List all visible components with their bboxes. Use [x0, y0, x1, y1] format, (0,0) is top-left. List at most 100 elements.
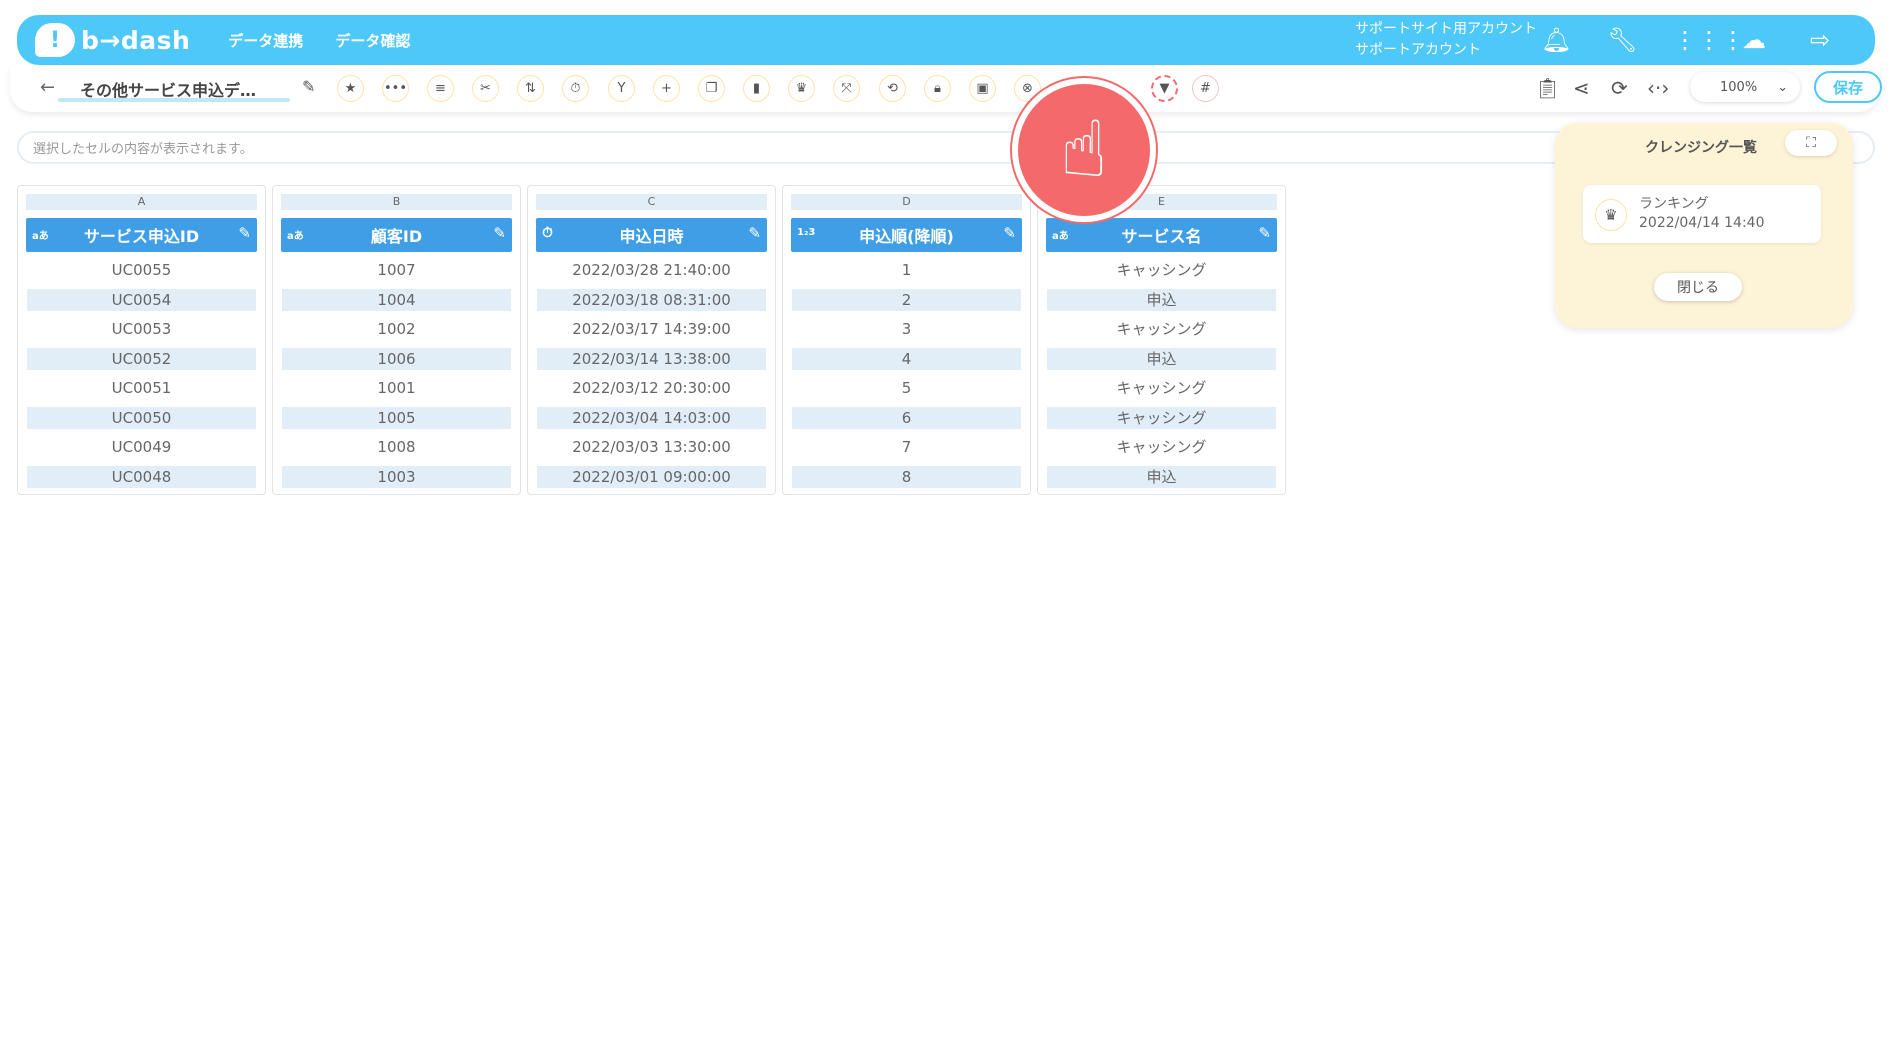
- table-cell[interactable]: 1004: [282, 289, 511, 311]
- crown-icon: ♛: [1595, 199, 1627, 231]
- table-cell[interactable]: 1006: [282, 348, 511, 370]
- table-cell[interactable]: 申込: [1047, 348, 1276, 370]
- table-cell[interactable]: キャッシング: [1047, 436, 1276, 458]
- type-text-icon: aあ: [1052, 231, 1069, 242]
- column-header[interactable]: aあ サービス申込ID ✎: [26, 218, 257, 252]
- edit-pencil-icon[interactable]: ✎: [238, 224, 251, 242]
- box-icon[interactable]: ▣: [969, 75, 996, 102]
- expand-icon[interactable]: ⤧: [833, 75, 860, 102]
- grid-tool-icon[interactable]: #: [1192, 75, 1219, 102]
- account-info[interactable]: サポートサイト用アカウント サポートアカウント: [1355, 19, 1537, 61]
- share-icon[interactable]: ⋖: [1573, 76, 1590, 100]
- table-cell[interactable]: 1007: [282, 259, 511, 281]
- table-cell[interactable]: キャッシング: [1047, 377, 1276, 399]
- save-button[interactable]: 保存: [1814, 71, 1882, 103]
- table-cell[interactable]: UC0055: [27, 259, 256, 281]
- refresh-icon[interactable]: ⟳: [1611, 76, 1628, 100]
- cleansing-panel: クレンジング一覧 ⛶ ♛ ランキング 2022/04/14 14:40 閉じる: [1555, 123, 1853, 328]
- table-cell[interactable]: 申込: [1047, 289, 1276, 311]
- table-cell[interactable]: UC0048: [27, 466, 256, 488]
- column-name: 顧客ID: [370, 227, 423, 246]
- table-cell[interactable]: 1008: [282, 436, 511, 458]
- edit-pencil-icon[interactable]: ✎: [493, 224, 506, 242]
- logout-icon[interactable]: ⇨: [1805, 26, 1835, 54]
- table-cell[interactable]: 4: [792, 348, 1021, 370]
- table-cell[interactable]: 5: [792, 377, 1021, 399]
- crown-icon[interactable]: ♛: [788, 75, 815, 102]
- table-cell[interactable]: 1001: [282, 377, 511, 399]
- add-icon[interactable]: +: [653, 75, 680, 102]
- table-cell[interactable]: 1: [792, 259, 1021, 281]
- table-cell[interactable]: 2: [792, 289, 1021, 311]
- table-cell[interactable]: 2022/03/14 13:38:00: [537, 348, 766, 370]
- split-icon[interactable]: ⇅: [517, 75, 544, 102]
- cleansing-item-date: 2022/04/14 14:40: [1639, 215, 1765, 231]
- cleansing-item[interactable]: ♛ ランキング 2022/04/14 14:40: [1583, 185, 1821, 243]
- edit-pencil-icon[interactable]: ✎: [748, 224, 761, 242]
- timer-icon[interactable]: ⏱: [562, 75, 589, 102]
- column-header[interactable]: aあ サービス名 ✎: [1046, 218, 1277, 252]
- edit-pencil-icon[interactable]: ✎: [1258, 224, 1271, 242]
- more-icon[interactable]: •••: [382, 75, 409, 102]
- table-cell[interactable]: 2022/03/28 21:40:00: [537, 259, 766, 281]
- table-cell[interactable]: UC0049: [27, 436, 256, 458]
- table-cell[interactable]: 2022/03/04 14:03:00: [537, 407, 766, 429]
- edit-pencil-icon[interactable]: ✎: [1003, 224, 1016, 242]
- column-header[interactable]: 1₂3 申込順(降順) ✎: [791, 218, 1022, 252]
- table-cell[interactable]: 7: [792, 436, 1021, 458]
- table-cell[interactable]: 1005: [282, 407, 511, 429]
- table-cell[interactable]: UC0052: [27, 348, 256, 370]
- delete-icon[interactable]: ▮: [743, 75, 770, 102]
- code-icon[interactable]: ‹·›: [1647, 76, 1669, 100]
- column-header[interactable]: ⏱ 申込日時 ✎: [536, 218, 767, 252]
- table-cell[interactable]: UC0054: [27, 289, 256, 311]
- filter-icon[interactable]: ▼: [1151, 75, 1178, 102]
- back-arrow-icon[interactable]: ←: [40, 77, 55, 98]
- nav-data-check[interactable]: データ確認: [335, 30, 410, 51]
- column-header[interactable]: aあ 顧客ID ✎: [281, 218, 512, 252]
- table-cell[interactable]: キャッシング: [1047, 407, 1276, 429]
- table-cell[interactable]: 申込: [1047, 466, 1276, 488]
- close-button[interactable]: 閉じる: [1654, 273, 1742, 301]
- column-letter[interactable]: A: [26, 194, 257, 210]
- table-cell[interactable]: 2022/03/01 09:00:00: [537, 466, 766, 488]
- table-cell[interactable]: 3: [792, 318, 1021, 340]
- bell-icon[interactable]: 🔔︎: [1541, 26, 1571, 54]
- table-cell[interactable]: 6: [792, 407, 1021, 429]
- star-icon[interactable]: ★: [337, 75, 364, 102]
- table-cell[interactable]: 1002: [282, 318, 511, 340]
- logo[interactable]: ! b→dash: [35, 23, 190, 57]
- lock-icon[interactable]: 🔒︎: [924, 75, 951, 102]
- table-cell[interactable]: UC0051: [27, 377, 256, 399]
- logo-text: b→dash: [81, 25, 191, 55]
- table-cell[interactable]: 2022/03/12 20:30:00: [537, 377, 766, 399]
- table-cell[interactable]: 2022/03/17 14:39:00: [537, 318, 766, 340]
- table-cell[interactable]: キャッシング: [1047, 259, 1276, 281]
- column-d: D 1₂3 申込順(降順) ✎ 1 2 3 4 5 6 7 8: [782, 185, 1031, 495]
- branch-icon[interactable]: Y: [608, 75, 635, 102]
- repeat-icon[interactable]: ⟲: [879, 75, 906, 102]
- table-cell[interactable]: UC0053: [27, 318, 256, 340]
- table-cell[interactable]: 8: [792, 466, 1021, 488]
- table-cell[interactable]: 2022/03/03 13:30:00: [537, 436, 766, 458]
- list-icon[interactable]: ≡: [427, 75, 454, 102]
- column-letter[interactable]: D: [791, 194, 1022, 210]
- column-letter[interactable]: C: [536, 194, 767, 210]
- edit-title-pencil-icon[interactable]: ✎: [302, 77, 315, 96]
- column-b: B aあ 顧客ID ✎ 1007 1004 1002 1006 1001 100…: [272, 185, 521, 495]
- wrench-icon[interactable]: 🔧︎: [1607, 26, 1637, 54]
- clipboard-icon[interactable]: 📋︎: [1535, 76, 1560, 100]
- copy-icon[interactable]: ❐: [698, 75, 725, 102]
- scissors-icon[interactable]: ✂: [472, 75, 499, 102]
- robot-icon[interactable]: ☁: [1739, 26, 1769, 54]
- table-cell[interactable]: UC0050: [27, 407, 256, 429]
- type-text-icon: aあ: [287, 231, 304, 242]
- panel-expand-icon[interactable]: ⛶: [1785, 130, 1837, 156]
- nav-data-integration[interactable]: データ連携: [228, 30, 303, 51]
- table-cell[interactable]: 2022/03/18 08:31:00: [537, 289, 766, 311]
- column-letter[interactable]: B: [281, 194, 512, 210]
- table-cell[interactable]: 1003: [282, 466, 511, 488]
- zoom-select[interactable]: 100% ⌄: [1690, 72, 1800, 102]
- table-cell[interactable]: キャッシング: [1047, 318, 1276, 340]
- grid-icon[interactable]: ⋮⋮⋮: [1673, 26, 1745, 54]
